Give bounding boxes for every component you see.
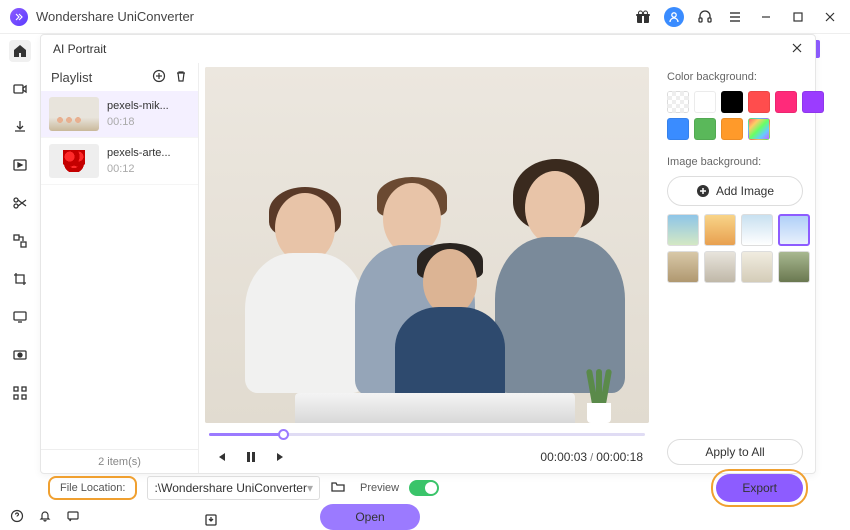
app-title: Wondershare UniConverter — [36, 9, 194, 24]
nav-home-icon[interactable] — [9, 40, 31, 62]
playlist-item-name: pexels-mik... — [107, 100, 169, 112]
color-swatch-orange[interactable] — [721, 118, 743, 140]
nav-merge-icon[interactable] — [9, 230, 31, 252]
playlist-item[interactable]: pexels-mik... 00:18 — [41, 91, 198, 138]
add-image-button[interactable]: Add Image — [667, 176, 803, 206]
color-bg-label: Color background: — [667, 71, 803, 83]
color-swatch-grid — [667, 91, 803, 140]
color-swatch-white[interactable] — [694, 91, 716, 113]
image-bg-thumb[interactable] — [741, 214, 773, 246]
time-display: 00:00:03 / 00:00:18 — [540, 450, 643, 464]
plus-icon — [696, 184, 710, 198]
export-button[interactable]: Export — [716, 474, 803, 502]
image-bg-thumb[interactable] — [778, 214, 810, 246]
nav-cut-icon[interactable] — [9, 192, 31, 214]
nav-download-icon[interactable] — [9, 116, 31, 138]
hamburger-icon[interactable] — [726, 8, 744, 26]
playlist-delete-icon[interactable] — [174, 69, 188, 86]
color-swatch-blue[interactable] — [667, 118, 689, 140]
next-frame-button[interactable] — [271, 447, 291, 467]
playlist-item-name: pexels-arte... — [107, 147, 171, 159]
image-bg-grid — [667, 214, 803, 283]
panel-title: AI Portrait — [53, 42, 106, 56]
nav-crop-icon[interactable] — [9, 268, 31, 290]
preview-label: Preview — [360, 482, 399, 494]
color-swatch-green[interactable] — [694, 118, 716, 140]
user-account-icon[interactable] — [664, 7, 684, 27]
statusbar — [0, 506, 850, 528]
app-logo — [10, 8, 28, 26]
nav-video-icon[interactable] — [9, 78, 31, 100]
prev-frame-button[interactable] — [211, 447, 231, 467]
accent-stripe — [816, 40, 820, 58]
playlist-thumbnail — [49, 144, 99, 178]
playlist-column: Playlist pexels-mik... 00:18 — [41, 63, 199, 473]
left-nav — [0, 34, 40, 474]
nav-toolbox-icon[interactable] — [9, 382, 31, 404]
footer-bar: File Location: :\Wondershare UniConverte… — [40, 470, 816, 506]
gift-icon[interactable] — [634, 8, 652, 26]
notification-icon[interactable] — [38, 509, 52, 526]
playlist-title: Playlist — [51, 70, 92, 85]
feedback-icon[interactable] — [66, 509, 80, 526]
chevron-down-icon[interactable]: ▾ — [307, 481, 313, 495]
video-scrubber[interactable] — [209, 427, 645, 441]
image-bg-thumb[interactable] — [667, 251, 699, 283]
file-location-label: File Location: — [48, 476, 137, 500]
playlist-item[interactable]: pexels-arte... 00:12 — [41, 138, 198, 185]
playlist-add-icon[interactable] — [152, 69, 166, 86]
image-bg-thumb[interactable] — [704, 251, 736, 283]
open-folder-icon[interactable] — [330, 479, 346, 498]
image-bg-label: Image background: — [667, 156, 803, 168]
minimize-button[interactable] — [756, 7, 776, 27]
playlist-thumbnail — [49, 97, 99, 131]
maximize-button[interactable] — [788, 7, 808, 27]
preview-toggle[interactable] — [409, 480, 439, 496]
options-column: Color background: Image background: Add … — [655, 63, 815, 473]
export-highlight: Export — [711, 469, 808, 507]
image-bg-thumb[interactable] — [667, 214, 699, 246]
color-swatch-black[interactable] — [721, 91, 743, 113]
nav-record-icon[interactable] — [9, 344, 31, 366]
playlist-item-duration: 00:18 — [107, 116, 169, 128]
apply-to-all-button[interactable]: Apply to All — [667, 439, 803, 465]
close-button[interactable] — [820, 7, 840, 27]
preview-column: 00:00:03 / 00:00:18 — [199, 63, 655, 473]
color-swatch-purple[interactable] — [802, 91, 824, 113]
color-swatch-transparent[interactable] — [667, 91, 689, 113]
help-icon[interactable] — [10, 509, 24, 526]
playlist-item-duration: 00:12 — [107, 163, 171, 175]
image-bg-thumb[interactable] — [704, 214, 736, 246]
headset-icon[interactable] — [696, 8, 714, 26]
panel-close-icon[interactable] — [791, 42, 803, 57]
color-swatch-red[interactable] — [748, 91, 770, 113]
color-swatch-pink[interactable] — [775, 91, 797, 113]
pause-button[interactable] — [241, 447, 261, 467]
image-bg-thumb[interactable] — [741, 251, 773, 283]
nav-screen-icon[interactable] — [9, 306, 31, 328]
color-swatch-rainbow[interactable] — [748, 118, 770, 140]
image-bg-thumb[interactable] — [778, 251, 810, 283]
titlebar: Wondershare UniConverter — [0, 0, 850, 34]
video-preview — [205, 67, 649, 423]
file-location-path[interactable]: :\Wondershare UniConverter ▾ — [147, 476, 320, 500]
nav-player-icon[interactable] — [9, 154, 31, 176]
ai-portrait-panel: AI Portrait Playlist pexels-mik... 00:18 — [40, 34, 816, 474]
